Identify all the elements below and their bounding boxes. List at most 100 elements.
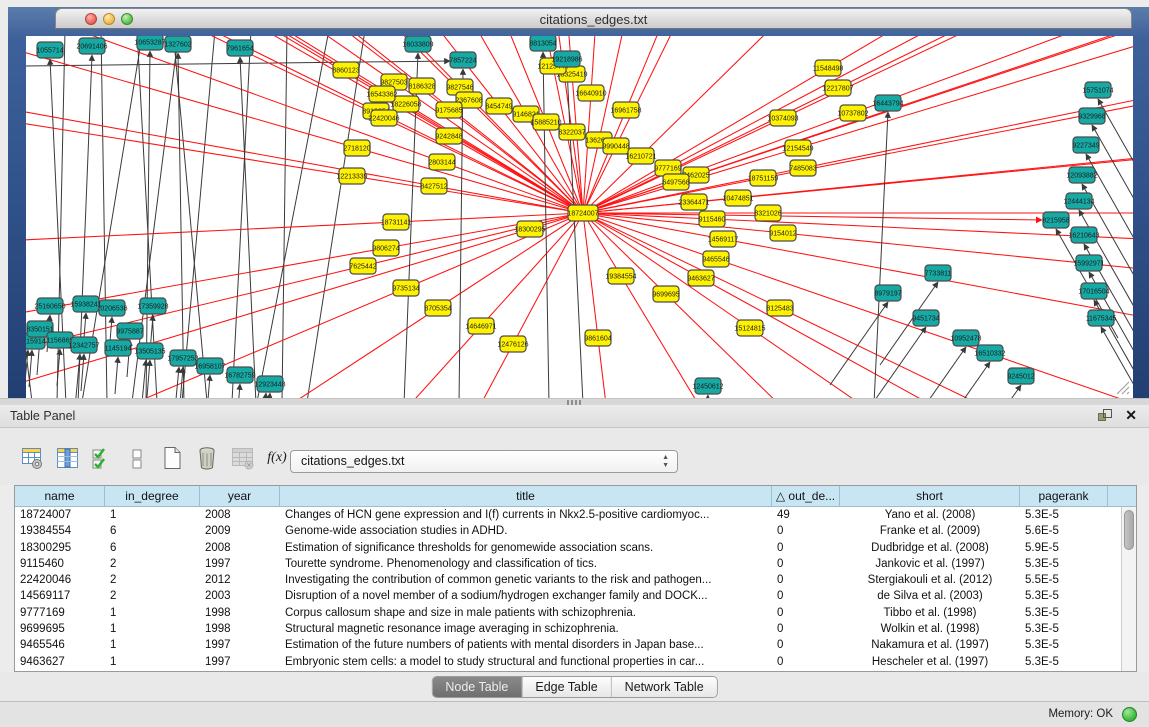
cell-name[interactable]: 22420046 bbox=[15, 572, 105, 588]
tab-network-table[interactable]: Network Table bbox=[611, 677, 717, 697]
graph-node[interactable]: 16640910 bbox=[575, 85, 606, 101]
graph-node[interactable]: 11548498 bbox=[813, 60, 844, 76]
graph-node[interactable]: 22420046 bbox=[368, 110, 399, 126]
cell-in_degree[interactable]: 1 bbox=[105, 654, 200, 670]
graph-node[interactable]: 10474851 bbox=[722, 190, 753, 206]
cell-in_degree[interactable]: 2 bbox=[105, 556, 200, 572]
cell-name[interactable]: 9115460 bbox=[15, 556, 105, 572]
cell-title[interactable]: Genome-wide association studies in ADHD. bbox=[280, 523, 772, 539]
table-row[interactable]: 1456911722003Disruption of a novel membe… bbox=[15, 588, 1121, 604]
tab-node-table[interactable]: Node Table bbox=[432, 677, 521, 697]
cell-year[interactable]: 1998 bbox=[200, 605, 280, 621]
scrollbar-thumb[interactable] bbox=[1124, 510, 1134, 550]
cell-name[interactable]: 9777169 bbox=[15, 605, 105, 621]
function-builder-icon[interactable]: f(x) bbox=[265, 446, 289, 470]
table-row[interactable]: 1830029562008Estimation of significance … bbox=[15, 540, 1121, 556]
cell-name[interactable]: 9699695 bbox=[15, 621, 105, 637]
graph-node[interactable]: 8321026 bbox=[754, 205, 781, 221]
cell-short[interactable]: Tibbo et al. (1998) bbox=[840, 605, 1020, 621]
cell-pagerank[interactable]: 5.9E-5 bbox=[1020, 540, 1108, 556]
graph-node[interactable]: 8454749 bbox=[485, 98, 512, 114]
graph-node[interactable]: 9451734 bbox=[912, 310, 939, 326]
graph-node[interactable]: 9975887 bbox=[116, 323, 143, 339]
graph-node[interactable]: 8860123 bbox=[332, 62, 359, 78]
table-row[interactable]: 969969511998Structural magnetic resonanc… bbox=[15, 621, 1121, 637]
graph-node[interactable]: 7485083 bbox=[789, 160, 816, 176]
table-mode-icon[interactable] bbox=[20, 446, 44, 470]
table-row[interactable]: 1938455462009Genome-wide association stu… bbox=[15, 523, 1121, 539]
cell-year[interactable]: 1997 bbox=[200, 556, 280, 572]
column-header-pagerank[interactable]: pagerank bbox=[1020, 486, 1108, 506]
show-columns-icon[interactable] bbox=[55, 446, 79, 470]
cell-short[interactable]: Yano et al. (2008) bbox=[840, 507, 1020, 523]
graph-node[interactable]: 2803144 bbox=[428, 154, 455, 170]
cell-title[interactable]: Disruption of a novel member of a sodium… bbox=[280, 588, 772, 604]
cell-short[interactable]: Stergiakouli et al. (2012) bbox=[840, 572, 1020, 588]
graph-node[interactable]: 10952478 bbox=[950, 330, 981, 346]
graph-node[interactable]: 14646971 bbox=[465, 318, 496, 334]
cell-year[interactable]: 2008 bbox=[200, 540, 280, 556]
cell-in_degree[interactable]: 2 bbox=[105, 588, 200, 604]
graph-node[interactable]: 14569117 bbox=[708, 231, 739, 247]
graph-node[interactable]: 7857224 bbox=[449, 52, 476, 68]
graph-node[interactable]: 9175685 bbox=[435, 102, 462, 118]
cell-year[interactable]: 1997 bbox=[200, 637, 280, 653]
cell-out_de[interactable]: 0 bbox=[772, 572, 840, 588]
graph-node[interactable]: 15124815 bbox=[734, 320, 765, 336]
cell-pagerank[interactable]: 5.3E-5 bbox=[1020, 605, 1108, 621]
cell-out_de[interactable]: 0 bbox=[772, 605, 840, 621]
graph-node[interactable]: 12923448 bbox=[254, 376, 285, 392]
cell-pagerank[interactable]: 5.3E-5 bbox=[1020, 654, 1108, 670]
cell-pagerank[interactable]: 5.5E-5 bbox=[1020, 572, 1108, 588]
table-row[interactable]: 911546021997Tourette syndrome. Phenomeno… bbox=[15, 556, 1121, 572]
graph-node[interactable]: 7625442 bbox=[349, 258, 376, 274]
graph-node[interactable]: 23364471 bbox=[678, 194, 709, 210]
table-row[interactable]: 2242004622012Investigating the contribut… bbox=[15, 572, 1121, 588]
graph-node[interactable]: 12444134 bbox=[1063, 193, 1094, 209]
panel-divider-sash[interactable] bbox=[0, 398, 1149, 405]
cell-out_de[interactable]: 0 bbox=[772, 588, 840, 604]
cell-year[interactable]: 2003 bbox=[200, 588, 280, 604]
column-header-title[interactable]: title bbox=[280, 486, 772, 506]
cell-title[interactable]: Tourette syndrome. Phenomenology and cla… bbox=[280, 556, 772, 572]
graph-node[interactable]: 12342757 bbox=[68, 337, 99, 353]
graph-node[interactable]: 8186328 bbox=[408, 78, 435, 94]
table-row[interactable]: 946362711997Embryonic stem cells: a mode… bbox=[15, 654, 1121, 670]
graph-node[interactable]: 9245012 bbox=[1007, 368, 1034, 384]
cell-short[interactable]: de Silva et al. (2003) bbox=[840, 588, 1020, 604]
cell-pagerank[interactable]: 5.3E-5 bbox=[1020, 621, 1108, 637]
cell-name[interactable]: 19384554 bbox=[15, 523, 105, 539]
cell-title[interactable]: Embryonic stem cells: a model to study s… bbox=[280, 654, 772, 670]
cell-name[interactable]: 9465546 bbox=[15, 637, 105, 653]
graph-node[interactable]: 20691406 bbox=[76, 38, 107, 54]
column-header-short[interactable]: short bbox=[840, 486, 1020, 506]
cell-out_de[interactable]: 0 bbox=[772, 621, 840, 637]
vertical-scrollbar[interactable] bbox=[1121, 507, 1136, 671]
graph-node[interactable]: 13505135 bbox=[134, 343, 165, 359]
cell-in_degree[interactable]: 1 bbox=[105, 637, 200, 653]
cell-out_de[interactable]: 0 bbox=[772, 654, 840, 670]
graph-node[interactable]: 12217807 bbox=[822, 80, 853, 96]
cell-title[interactable]: Structural magnetic resonance image aver… bbox=[280, 621, 772, 637]
graph-node[interactable]: 18731141 bbox=[381, 214, 412, 230]
graph-node[interactable]: 10737802 bbox=[837, 105, 868, 121]
graph-node[interactable]: 8427512 bbox=[420, 178, 447, 194]
graph-node[interactable]: 8979197 bbox=[874, 285, 901, 301]
graph-node[interactable]: 9806274 bbox=[372, 240, 399, 256]
graph-node[interactable]: 8322037 bbox=[558, 124, 585, 140]
graph-node[interactable]: 17016504 bbox=[1078, 283, 1109, 299]
cell-title[interactable]: Corpus callosum shape and size in male p… bbox=[280, 605, 772, 621]
cell-year[interactable]: 2009 bbox=[200, 523, 280, 539]
graph-node[interactable]: 18751159 bbox=[748, 170, 779, 186]
graph-node[interactable]: 10653287 bbox=[134, 36, 165, 50]
select-all-columns-icon[interactable] bbox=[90, 446, 114, 470]
table-row[interactable]: 946554611997Estimation of the future num… bbox=[15, 637, 1121, 653]
delete-column-icon[interactable] bbox=[195, 446, 219, 470]
graph-node[interactable]: 7733811 bbox=[925, 265, 952, 281]
graph-node[interactable]: 1145194 bbox=[105, 340, 132, 356]
unselect-all-columns-icon[interactable] bbox=[125, 446, 149, 470]
cell-pagerank[interactable]: 5.3E-5 bbox=[1020, 507, 1108, 523]
graph-node[interactable]: 6497568 bbox=[662, 174, 689, 190]
cell-pagerank[interactable]: 5.3E-5 bbox=[1020, 588, 1108, 604]
cell-out_de[interactable]: 0 bbox=[772, 540, 840, 556]
